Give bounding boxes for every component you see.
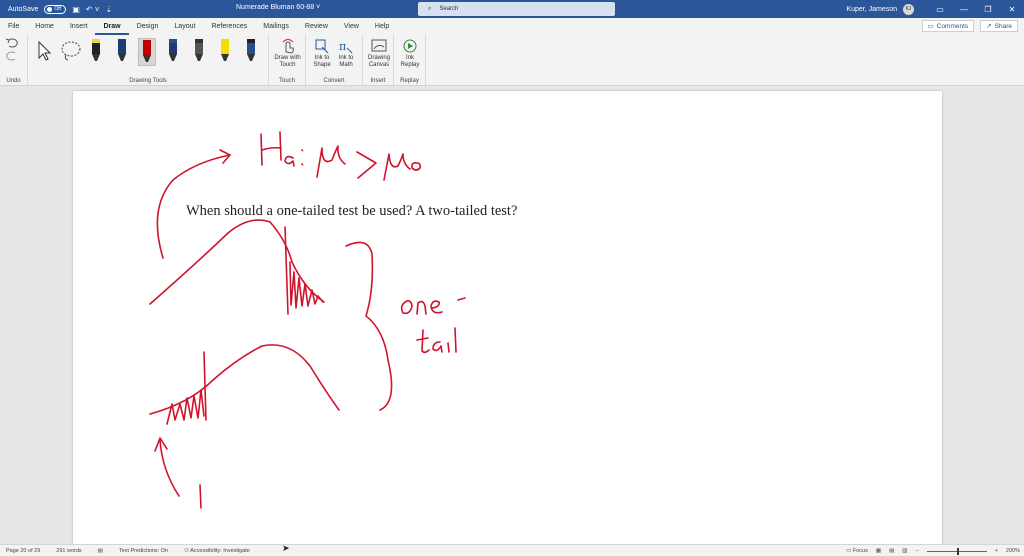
ink-h-bar <box>261 146 282 151</box>
accessibility-status[interactable]: ⚇ Accessibility: Investigate <box>184 548 250 554</box>
ink-colon-bottom <box>301 163 304 166</box>
ink-upper-critical-line <box>284 226 289 315</box>
ink-brace <box>345 241 393 411</box>
ink-tail-i <box>447 342 450 353</box>
ink-one-n <box>416 300 427 315</box>
ink-lower-bell <box>149 344 340 415</box>
ink-tail-t-bar <box>416 337 429 341</box>
ink-zero-subscript <box>411 162 421 171</box>
ink-lower-stroke <box>199 484 202 509</box>
ink-tail-a <box>432 341 443 353</box>
status-bar: Page 20 of 29 291 words ▤ Text Predictio… <box>0 544 1024 556</box>
ink-lower-arrow-curve <box>159 439 180 497</box>
focus-button[interactable]: ▭ Focus <box>846 548 868 554</box>
ink-tail-t <box>421 329 430 354</box>
zoom-in-button[interactable]: + <box>995 548 998 554</box>
focus-icon: ▭ <box>846 548 853 554</box>
text-predictions[interactable]: Text Predictions: On <box>119 548 168 554</box>
zoom-level[interactable]: 200% <box>1006 548 1020 554</box>
web-layout-icon[interactable]: ▥ <box>902 548 907 554</box>
ink-one-o <box>400 300 413 315</box>
ink-one-e <box>430 300 443 314</box>
ink-mu1 <box>316 145 346 178</box>
word-count[interactable]: 291 words <box>56 548 81 554</box>
ink-annotations <box>149 131 466 509</box>
zoom-slider-thumb[interactable] <box>956 547 959 555</box>
proofing-icon[interactable]: ▤ <box>98 548 103 554</box>
ink-lower-critical-line <box>203 351 207 421</box>
zoom-slider[interactable] <box>926 547 987 555</box>
print-layout-icon[interactable]: ▤ <box>889 548 894 554</box>
ink-tail-l <box>454 327 457 353</box>
ink-one-dash <box>457 297 466 301</box>
read-mode-icon[interactable]: ▦ <box>876 548 881 554</box>
ink-gt <box>356 151 377 179</box>
zoom-out-button[interactable]: − <box>915 548 918 554</box>
page-count[interactable]: Page 20 of 29 <box>6 548 40 554</box>
mouse-cursor-icon: ➤ <box>282 543 290 553</box>
ink-a-subscript <box>284 155 295 167</box>
ink-h-right <box>279 131 282 161</box>
ink-colon-top <box>301 149 304 152</box>
ink-lower-hatch <box>166 389 205 425</box>
ink-mu2 <box>383 153 411 181</box>
